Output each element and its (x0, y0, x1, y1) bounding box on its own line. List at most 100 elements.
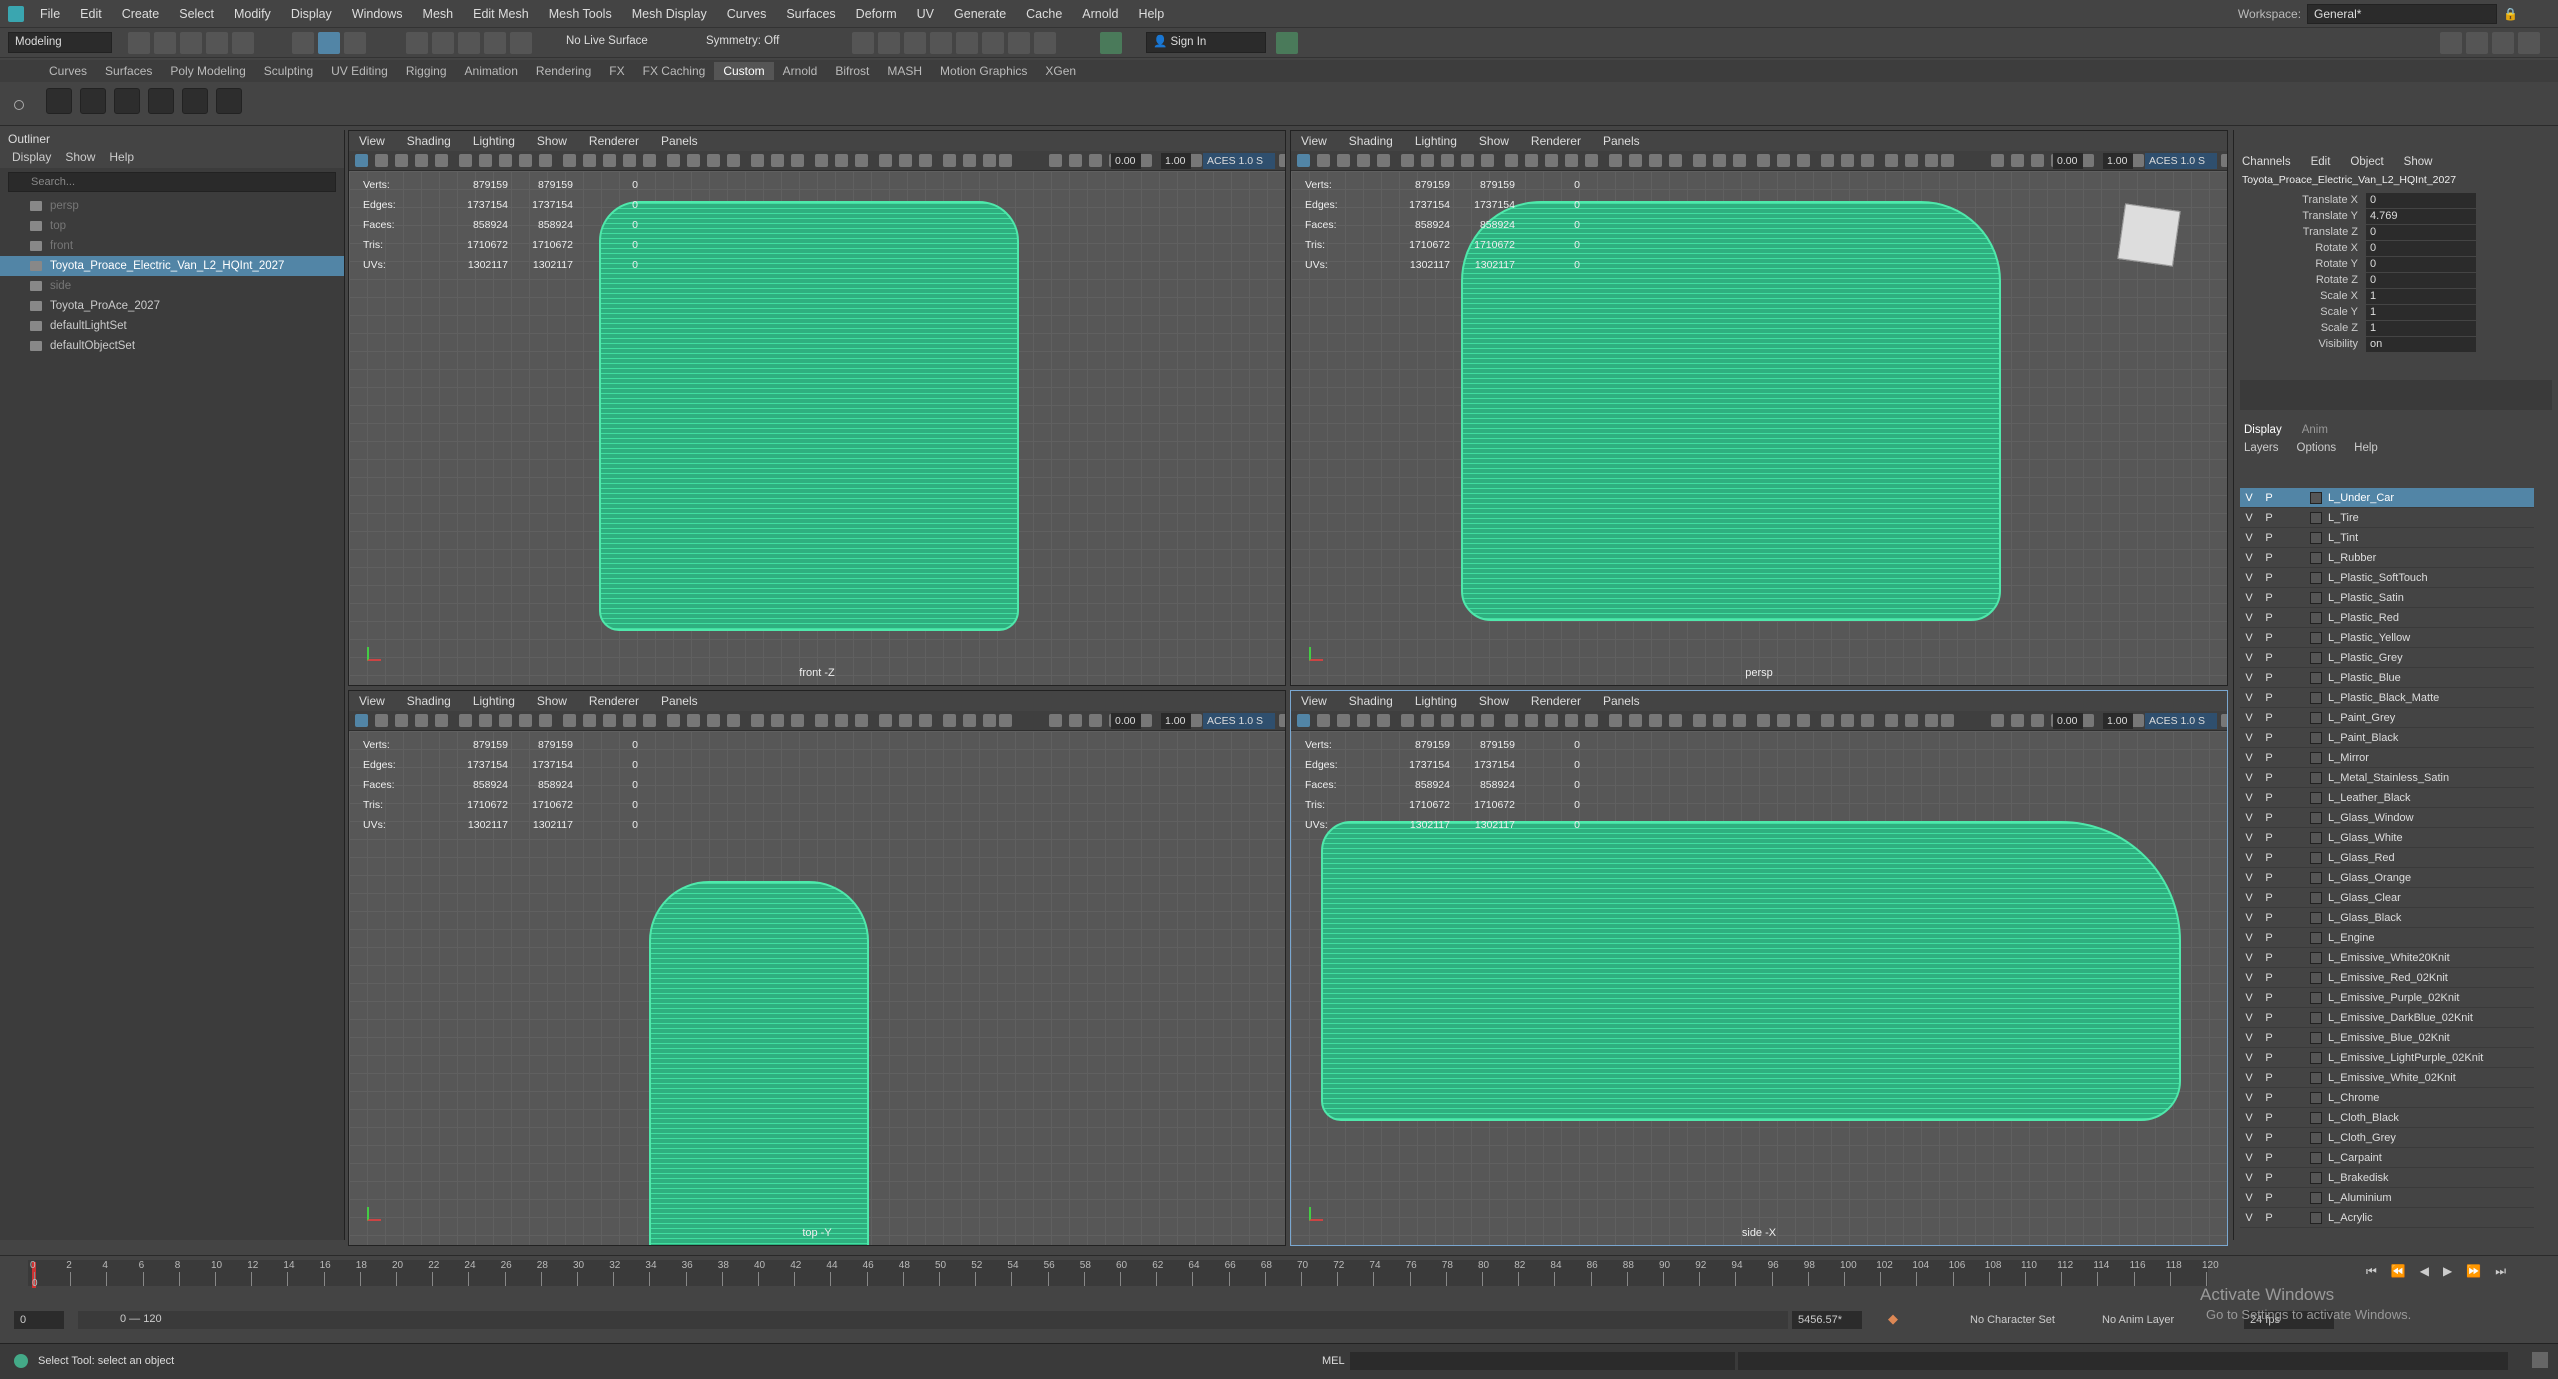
shelf-tab-animation[interactable]: Animation (456, 62, 527, 80)
layer-visibility-toggle[interactable]: V (2240, 1192, 2258, 1204)
display-layer-row[interactable]: V P L_Glass_Window (2240, 808, 2534, 828)
auto-key-icon[interactable]: ◆ (1888, 1311, 1898, 1327)
viewport-tool-icon[interactable] (355, 154, 368, 167)
viewport-menu-show[interactable]: Show (537, 694, 567, 708)
viewport-tool-icon[interactable] (583, 714, 596, 727)
display-layer-row[interactable]: V P L_Cloth_Black (2240, 1108, 2534, 1128)
viewport-tool-icon[interactable] (983, 714, 996, 727)
viewport-tool-icon[interactable] (1861, 714, 1874, 727)
script-editor-icon[interactable] (2532, 1352, 2548, 1368)
viewport-tool-icon[interactable] (395, 714, 408, 727)
viewport-menu-panels[interactable]: Panels (661, 134, 698, 148)
layer-color-swatch[interactable] (2310, 551, 2322, 564)
ipr-render-icon[interactable] (878, 32, 900, 54)
anim-layer-dropdown[interactable]: No Anim Layer (2102, 1311, 2212, 1329)
viewport-tool-icon[interactable] (751, 154, 764, 167)
channel-label[interactable]: Scale Y (2234, 306, 2366, 318)
select-by-component-icon[interactable] (344, 32, 366, 54)
viewport-menu-view[interactable]: View (1301, 134, 1327, 148)
viewport-menu-lighting[interactable]: Lighting (1415, 694, 1457, 708)
viewport-tool-icon[interactable] (1821, 714, 1834, 727)
display-layer-row[interactable]: V P L_Acrylic (2240, 1208, 2534, 1228)
viewport-value1-field[interactable]: 0.00 (1111, 713, 1141, 729)
menu-cache[interactable]: Cache (1016, 7, 1072, 21)
layer-visibility-toggle[interactable]: V (2240, 1012, 2258, 1024)
layer-playback-toggle[interactable]: P (2258, 972, 2280, 984)
display-layer-row[interactable]: V P L_Brakedisk (2240, 1168, 2534, 1188)
viewport-tool-icon[interactable] (1609, 714, 1622, 727)
viewport-tool-icon[interactable] (479, 714, 492, 727)
layer-playback-toggle[interactable]: P (2258, 1132, 2280, 1144)
viewport-tool-icon[interactable] (1421, 714, 1434, 727)
viewport-tool-icon[interactable] (1337, 154, 1350, 167)
viewport-tool-icon[interactable] (1481, 714, 1494, 727)
viewport-menu-lighting[interactable]: Lighting (1415, 134, 1457, 148)
layer-color-swatch[interactable] (2310, 771, 2322, 784)
layer-color-swatch[interactable] (2310, 591, 2322, 604)
layer-color-swatch[interactable] (2310, 611, 2322, 624)
layer-visibility-toggle[interactable]: V (2240, 892, 2258, 904)
viewport-tool-icon[interactable] (999, 714, 1012, 727)
display-layer-row[interactable]: V P L_Plastic_SoftTouch (2240, 568, 2534, 588)
viewport-tool-icon[interactable] (1089, 714, 1102, 727)
channel-label[interactable]: Scale Z (2234, 322, 2366, 334)
layer-playback-toggle[interactable]: P (2258, 712, 2280, 724)
viewport-menu-panels[interactable]: Panels (1603, 134, 1640, 148)
shelf-tab-custom[interactable]: Custom (714, 62, 774, 80)
outliner-item[interactable]: front (0, 236, 344, 256)
viewport-tool-icon[interactable] (1377, 714, 1390, 727)
layer-playback-toggle[interactable]: P (2258, 1192, 2280, 1204)
mode-dropdown[interactable]: Modeling (8, 32, 112, 53)
shelf-tab-arnold[interactable]: Arnold (774, 62, 827, 80)
shelf-tab-curves[interactable]: Curves (40, 62, 96, 80)
channel-value-field[interactable]: 1 (2366, 288, 2476, 304)
viewport-tool-icon[interactable] (1049, 154, 1062, 167)
layer-visibility-toggle[interactable]: V (2240, 1032, 2258, 1044)
viewport-value2-field[interactable]: 1.00 (1161, 713, 1191, 729)
layer-playback-toggle[interactable]: P (2258, 492, 2280, 504)
hypershade-icon[interactable] (930, 32, 952, 54)
outliner-menu-help[interactable]: Help (109, 150, 134, 166)
viewport-tool-icon[interactable] (1821, 154, 1834, 167)
layer-tab-display[interactable]: Display (2244, 424, 2282, 440)
display-layer-row[interactable]: V P L_Paint_Grey (2240, 708, 2534, 728)
display-layer-row[interactable]: V P L_Plastic_Blue (2240, 668, 2534, 688)
viewport-tool-icon[interactable] (1841, 154, 1854, 167)
viewport-tool-icon[interactable] (1401, 714, 1414, 727)
shelf-tool-2-icon[interactable] (80, 88, 106, 114)
menu-arnold[interactable]: Arnold (1072, 7, 1128, 21)
layer-playback-toggle[interactable]: P (2258, 732, 2280, 744)
display-layer-row[interactable]: V P L_Plastic_Yellow (2240, 628, 2534, 648)
shelf-tab-sculpting[interactable]: Sculpting (255, 62, 322, 80)
shelf-tab-xgen[interactable]: XGen (1036, 62, 1085, 80)
display-layer-row[interactable]: V P L_Leather_Black (2240, 788, 2534, 808)
viewport-tool-icon[interactable] (791, 714, 804, 727)
layer-color-swatch[interactable] (2310, 631, 2322, 644)
view-cube-icon[interactable] (2117, 203, 2181, 267)
viewport-tool-icon[interactable] (643, 154, 656, 167)
shelf-tool-5-icon[interactable] (182, 88, 208, 114)
menu-edit-mesh[interactable]: Edit Mesh (463, 7, 539, 21)
layer-tab-anim[interactable]: Anim (2302, 424, 2328, 440)
viewport-tool-icon[interactable] (499, 714, 512, 727)
character-set-dropdown[interactable]: No Character Set (1970, 1311, 2080, 1329)
viewport-tool-icon[interactable] (879, 154, 892, 167)
viewport-tool-icon[interactable] (1649, 714, 1662, 727)
viewport-menu-renderer[interactable]: Renderer (589, 134, 639, 148)
viewport-tool-icon[interactable] (879, 714, 892, 727)
layer-color-swatch[interactable] (2310, 491, 2322, 504)
viewport-tool-icon[interactable] (1777, 154, 1790, 167)
channel-box-menu-show[interactable]: Show (2404, 156, 2433, 174)
menu-help[interactable]: Help (1128, 7, 1174, 21)
channel-value-field[interactable]: 0 (2366, 272, 2476, 288)
layer-visibility-toggle[interactable]: V (2240, 1112, 2258, 1124)
display-layer-row[interactable]: V P L_Emissive_White20Knit (2240, 948, 2534, 968)
display-layer-row[interactable]: V P L_Glass_Clear (2240, 888, 2534, 908)
viewport-tool-icon[interactable] (1925, 154, 1938, 167)
layer-playback-toggle[interactable]: P (2258, 1032, 2280, 1044)
menu-uv[interactable]: UV (907, 7, 944, 21)
viewport-colorspace-field[interactable]: ACES 1.0 S (1203, 713, 1275, 729)
viewport-tool-icon[interactable] (1757, 714, 1770, 727)
viewport-tool-icon[interactable] (1357, 714, 1370, 727)
display-layer-row[interactable]: V P L_Cloth_Grey (2240, 1128, 2534, 1148)
